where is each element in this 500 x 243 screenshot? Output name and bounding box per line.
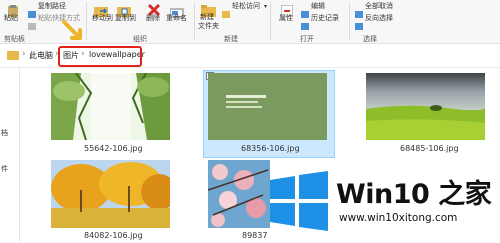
rename-icon[interactable] [169,3,184,18]
nav-item-label[interactable]: 档 [1,128,8,138]
move-to-button[interactable]: 移动到 [92,14,113,23]
organize-group-label: 组织 [133,35,147,43]
ribbon-separator [349,2,350,40]
file-name[interactable]: 68356-106.jpg [241,144,300,153]
copy-to-icon[interactable] [117,2,133,17]
file-name[interactable]: 68485-106.jpg [400,144,459,153]
copy-to-button[interactable]: 复制到 [115,14,136,23]
select-group-label: 选择 [363,35,377,43]
easy-access-button[interactable]: 轻松访问 [232,2,260,11]
ribbon-separator [270,2,271,40]
invert-selection-button[interactable]: 反向选择 [365,14,393,23]
thumbnail-89837[interactable] [208,160,270,228]
ribbon-separator [194,2,195,40]
thumbnail-55642[interactable] [51,73,170,140]
thumbnail-84082[interactable] [51,160,170,228]
properties-button[interactable]: 属性 [279,14,293,23]
ribbon: 粘贴 复制路径 粘贴快捷方式 剪贴板 移动到 复制到 删除 重命名 组织 新建 … [0,0,500,44]
folder-icon [7,51,19,60]
navigation-pane[interactable]: 档 件 [0,68,20,243]
ribbon-separator [86,2,87,40]
clipboard-group-label: 剪贴板 [4,35,25,43]
windows-logo-icon [268,171,330,231]
edit-button[interactable]: 编辑 [311,2,325,11]
edit-icon [301,3,309,18]
highlight-box [58,46,142,67]
paste-shortcut-icon [28,15,36,30]
delete-button[interactable]: 删除 [146,14,160,23]
invert-selection-icon [355,15,363,30]
select-all-button[interactable]: 全部取消 [365,2,393,11]
copy-path-button[interactable]: 复制路径 [38,2,66,11]
move-to-icon[interactable] [94,2,110,17]
arrow-icon [62,20,88,42]
watermark-title: Win10 之家 [336,179,492,210]
easy-access-icon [222,3,230,18]
breadcrumb-separator: › [22,49,26,59]
new-folder-label-line1[interactable]: 新建 [200,13,214,22]
rename-button[interactable]: 重命名 [166,14,187,23]
watermark-url: www.win10xitong.com [339,212,458,224]
properties-icon[interactable] [280,2,294,18]
new-group-label: 新建 [224,35,238,43]
nav-item-label[interactable]: 件 [1,164,8,174]
history-button[interactable]: 历史记录 [311,14,339,23]
paste-button[interactable]: 粘贴 [4,14,18,23]
new-folder-label-line2[interactable]: 文件夹 [198,22,219,31]
paste-icon[interactable] [6,2,20,17]
thumbnail-68485[interactable] [366,73,485,140]
file-name[interactable]: 89837 [242,231,267,240]
history-icon [301,15,309,30]
thumbnail-68356[interactable] [208,73,327,140]
breadcrumb-this-pc[interactable]: 此电脑 [29,50,53,61]
select-all-icon [355,3,363,18]
file-name[interactable]: 55642-106.jpg [84,144,143,153]
delete-icon[interactable] [147,1,161,17]
copy-path-icon [28,3,36,18]
open-group-label: 打开 [300,35,314,43]
chevron-down-icon: ▾ [264,3,268,10]
file-name[interactable]: 84082-106.jpg [84,231,143,240]
